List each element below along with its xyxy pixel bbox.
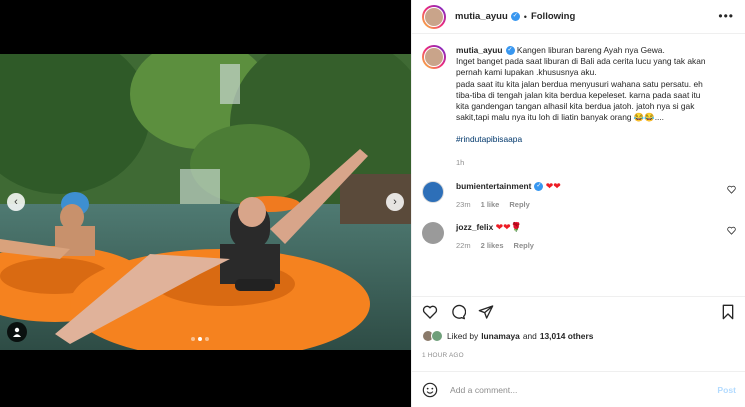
caption-author-avatar[interactable] (422, 45, 446, 69)
more-options-icon[interactable]: ••• (718, 9, 734, 23)
save-bookmark-icon[interactable] (720, 304, 736, 320)
comment-body: jozz_felix ❤❤🌹 22m 2 likes Reply (456, 222, 534, 250)
likes-middle: and (522, 331, 537, 341)
post-timestamp[interactable]: 1 HOUR AGO (422, 352, 464, 359)
carousel-indicator (191, 337, 209, 341)
comment-time: 23m (456, 199, 471, 209)
post-header: mutia_ayuu ✓ • Following ••• (412, 0, 745, 34)
comment-text: ❤❤🌹 (495, 221, 522, 232)
like-comment-heart-icon[interactable] (727, 226, 736, 235)
header-separator: • (523, 11, 527, 22)
caption-username[interactable]: mutia_ayuu (456, 45, 503, 55)
comment-input[interactable] (450, 384, 690, 395)
liked-by-user-link[interactable]: lunamaya (481, 331, 520, 341)
carousel-dot-active (198, 337, 202, 341)
carousel-prev-button[interactable]: ‹ (7, 193, 25, 211)
share-send-icon[interactable] (478, 304, 494, 320)
commenter-avatar[interactable] (422, 180, 444, 203)
likes-count-link[interactable]: 13,014 others (540, 331, 594, 341)
caption-time: 1h (456, 157, 465, 167)
caption-text-5: tiba-tiba di tengah jalan kita berdua ke… (456, 89, 701, 100)
caption-text-2: Inget banget pada saat liburan di Bali a… (456, 56, 706, 67)
like-heart-icon[interactable] (422, 304, 438, 320)
caption-text-7: sakit,tapi malu nya itu loh di liatin ba… (456, 112, 665, 123)
waterpark-photo (0, 54, 411, 350)
reply-button[interactable]: Reply (514, 241, 534, 250)
commenter-username[interactable]: jozz_felix (456, 222, 493, 232)
liker-avatar (431, 330, 443, 342)
tagged-users-button[interactable] (7, 322, 27, 342)
comment-bubble-icon[interactable] (450, 304, 466, 320)
comment-text: ❤❤ (545, 180, 561, 191)
comment-like-count[interactable]: 2 likes (481, 241, 504, 250)
commenter-username[interactable]: bumientertainment (456, 181, 531, 191)
instagram-post-view: ‹ › mutia_ayuu ✓ • Following ••• mutia_a… (0, 0, 745, 407)
post-photo[interactable] (0, 54, 411, 350)
likes-summary: Liked by lunamaya and 13,014 others (422, 330, 593, 342)
author-avatar[interactable] (422, 4, 446, 29)
caption-text-1: Kangen liburan bareng Ayah nya Gewa. (516, 45, 665, 55)
verified-badge-icon: ✓ (505, 46, 515, 56)
user-icon (13, 327, 21, 337)
comments-section: mutia_ayuu ✓ Kangen liburan bareng Ayah n… (412, 35, 745, 290)
verified-badge-icon: ✓ (534, 182, 544, 192)
comment-time: 22m (456, 240, 471, 250)
caption: mutia_ayuu ✓ Kangen liburan bareng Ayah n… (422, 45, 736, 168)
emoji-icon[interactable] (422, 382, 438, 398)
comment-like-count[interactable]: 1 like (481, 200, 500, 209)
carousel-dot (205, 337, 209, 341)
commenter-avatar[interactable] (422, 221, 444, 244)
likes-prefix: Liked by (447, 331, 479, 341)
author-username[interactable]: mutia_ayuu (455, 11, 508, 22)
hashtag-link[interactable]: #rindutapibisaapa (456, 134, 736, 145)
post-media: ‹ › (0, 0, 411, 407)
caption-body: mutia_ayuu ✓ Kangen liburan bareng Ayah n… (456, 45, 736, 168)
comment-body: bumientertainment ✓ ❤❤ 23m 1 like Reply (456, 181, 561, 209)
comment-meta: 22m 2 likes Reply (456, 241, 534, 250)
verified-badge-icon: ✓ (510, 12, 520, 21)
following-button[interactable]: Following (531, 11, 575, 22)
add-comment-bar: Post (412, 371, 745, 407)
carousel-next-button[interactable]: › (386, 193, 404, 211)
reply-button[interactable]: Reply (509, 200, 529, 209)
comment-item: bumientertainment ✓ ❤❤ 23m 1 like Reply (422, 180, 736, 209)
caption-text-6: kita gandengan tangan alhasil kita berdu… (456, 101, 695, 112)
post-comment-button[interactable]: Post (717, 385, 736, 395)
post-actions (412, 296, 745, 326)
carousel-dot (191, 337, 195, 341)
like-comment-heart-icon[interactable] (727, 185, 736, 194)
post-side-panel: mutia_ayuu ✓ • Following ••• mutia_ayuu ✓… (411, 0, 745, 407)
caption-text-4: pada saat itu kita jalan berdua menyusur… (456, 78, 703, 89)
comment-item: jozz_felix ❤❤🌹 22m 2 likes Reply (422, 221, 736, 250)
caption-text-3: pernah kami lupakan .khususnya aku. (456, 67, 597, 78)
comment-meta: 23m 1 like Reply (456, 200, 561, 209)
